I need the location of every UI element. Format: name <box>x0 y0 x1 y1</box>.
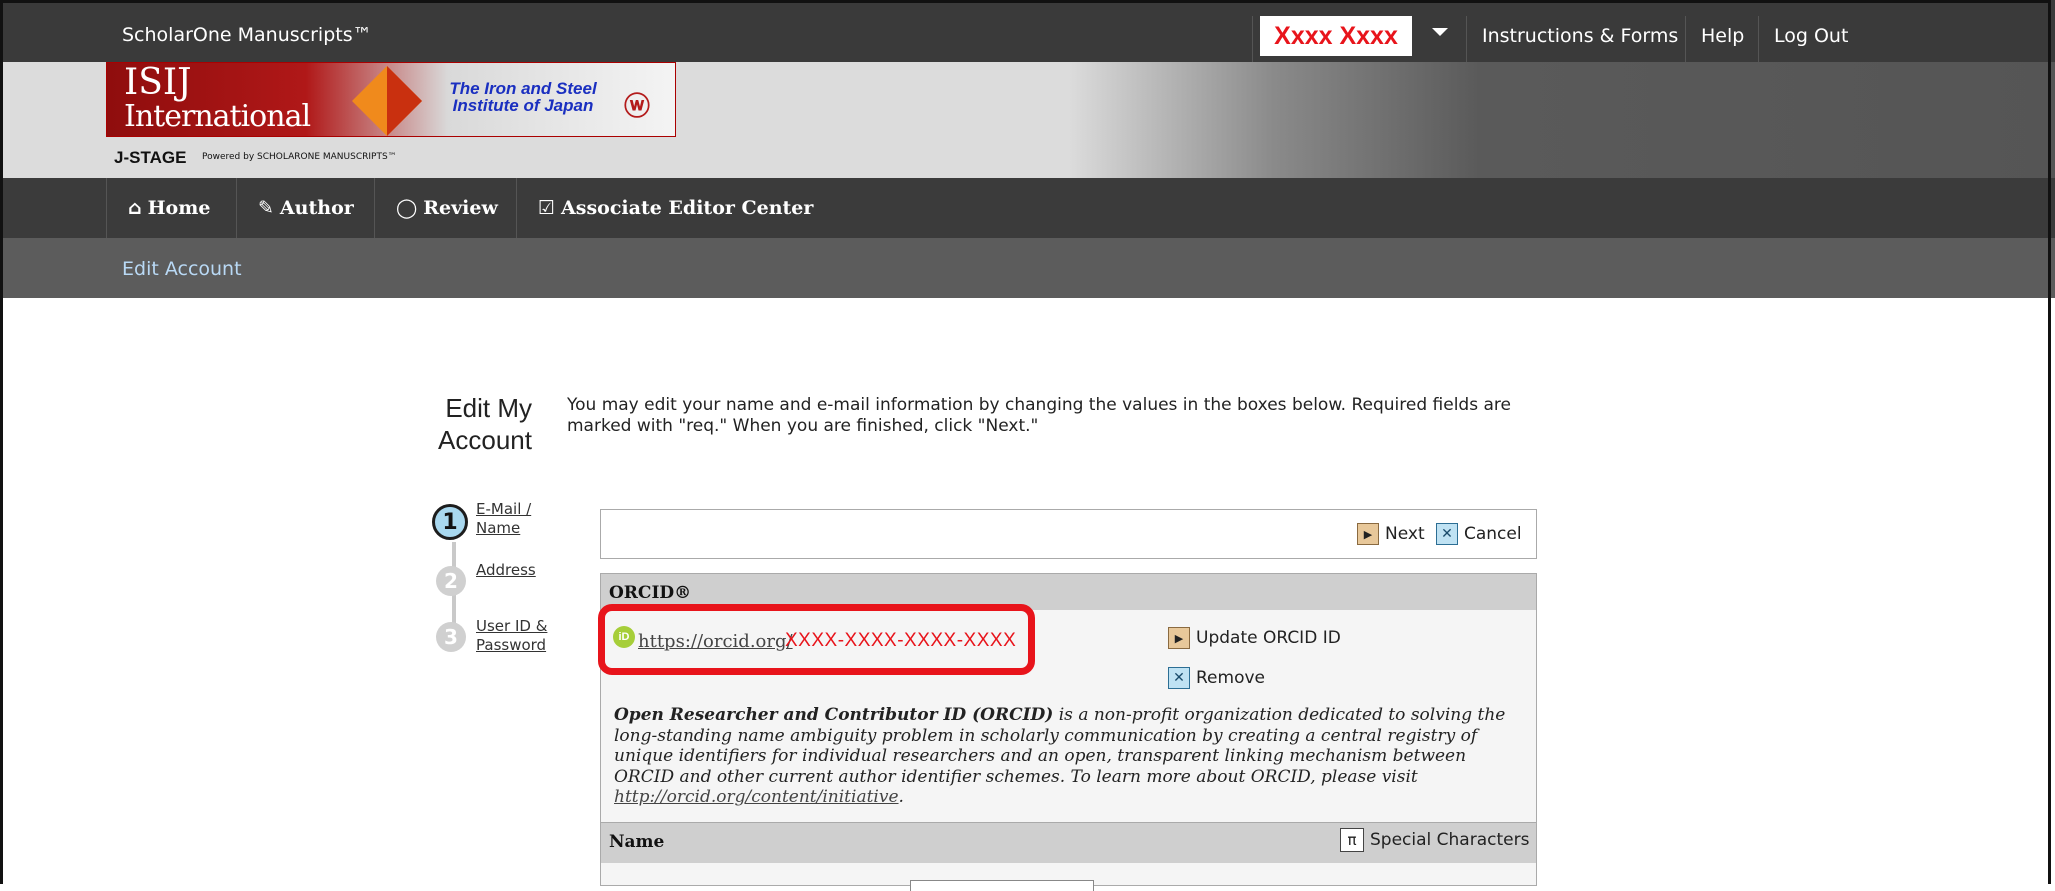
update-orcid-button[interactable]: ▶ Update ORCID ID <box>1168 627 1341 649</box>
remove-label: Remove <box>1196 668 1265 688</box>
powered-by-text: Powered by SCHOLARONE MANUSCRIPTS™ <box>202 152 397 162</box>
pi-icon: π <box>1340 828 1364 852</box>
logo-tagline: The Iron and Steel Institute of Japan <box>449 79 597 115</box>
update-orcid-label: Update ORCID ID <box>1196 628 1341 648</box>
divider <box>1252 16 1253 62</box>
logo-text-isij: ISIJ <box>124 62 192 103</box>
step-3-indicator: 3 <box>436 622 466 652</box>
next-label: Next <box>1385 524 1425 544</box>
chevron-down-icon[interactable] <box>1432 28 1448 36</box>
cancel-label: Cancel <box>1464 524 1522 544</box>
orcid-description: Open Researcher and Contributor ID (ORCI… <box>614 705 1529 808</box>
special-characters-button[interactable]: π Special Characters <box>1340 828 1529 852</box>
cancel-button[interactable]: ✕ Cancel <box>1436 523 1522 545</box>
user-menu[interactable]: Xxxx Xxxx <box>1260 16 1412 56</box>
nav-label: Associate Editor Center <box>561 197 814 219</box>
play-icon: ▶ <box>1168 627 1190 649</box>
special-characters-label: Special Characters <box>1370 830 1530 850</box>
divider <box>1758 16 1759 62</box>
divider <box>1466 16 1467 62</box>
step-address-link[interactable]: Address <box>476 561 536 580</box>
logo-diamond-icon <box>352 66 422 136</box>
logo-text-international: International <box>124 99 311 134</box>
check-square-icon: ☑ <box>538 197 556 219</box>
logout-link[interactable]: Log Out <box>1774 25 1848 47</box>
nav-label: Author <box>279 197 354 219</box>
divider <box>1685 16 1686 62</box>
nav-label: Home <box>147 197 211 219</box>
orcid-desc-end: . <box>898 787 904 807</box>
play-icon: ▶ <box>1357 523 1379 545</box>
name-section-title: Name <box>609 832 665 852</box>
orcid-section-title: ORCID® <box>609 583 692 603</box>
comment-icon: ◯ <box>396 197 418 219</box>
orcid-initiative-link[interactable]: http://orcid.org/content/initiative <box>614 787 899 807</box>
step-email-name-link[interactable]: E-Mail / Name <box>476 500 546 538</box>
orcid-desc-bold: Open Researcher and Contributor ID (ORCI… <box>614 705 1054 725</box>
brand-name: ScholarOne Manuscripts™ <box>122 24 372 46</box>
nav-item-review[interactable]: ◯ Review <box>374 178 516 238</box>
nav-item-associate-editor-center[interactable]: ☑ Associate Editor Center <box>516 178 816 238</box>
edit-account-link[interactable]: Edit Account <box>122 258 242 280</box>
nav-item-author[interactable]: ✎ Author <box>236 178 374 238</box>
close-icon: ✕ <box>1168 667 1190 689</box>
isij-mark-icon: ⓦ <box>624 92 651 122</box>
step-1-indicator: 1 <box>432 504 468 540</box>
nav-item-home[interactable]: ⌂ Home <box>106 178 236 238</box>
step-userid-password-link[interactable]: User ID & Password <box>476 617 556 655</box>
jstage-logo: J-STAGE <box>114 148 187 167</box>
intro-text: You may edit your name and e-mail inform… <box>567 395 1511 436</box>
help-link[interactable]: Help <box>1701 25 1744 47</box>
close-icon: ✕ <box>1436 523 1458 545</box>
instructions-forms-link[interactable]: Instructions & Forms <box>1482 25 1678 47</box>
nav-label: Review <box>423 197 498 219</box>
step-2-indicator: 2 <box>436 566 466 596</box>
sub-nav <box>0 238 2055 298</box>
pencil-icon: ✎ <box>258 197 274 219</box>
remove-orcid-button[interactable]: ✕ Remove <box>1168 667 1265 689</box>
page-title: Edit My Account <box>438 393 532 455</box>
next-button[interactable]: ▶ Next <box>1357 523 1425 545</box>
orcid-highlight-annotation <box>598 604 1035 675</box>
home-icon: ⌂ <box>128 197 142 219</box>
